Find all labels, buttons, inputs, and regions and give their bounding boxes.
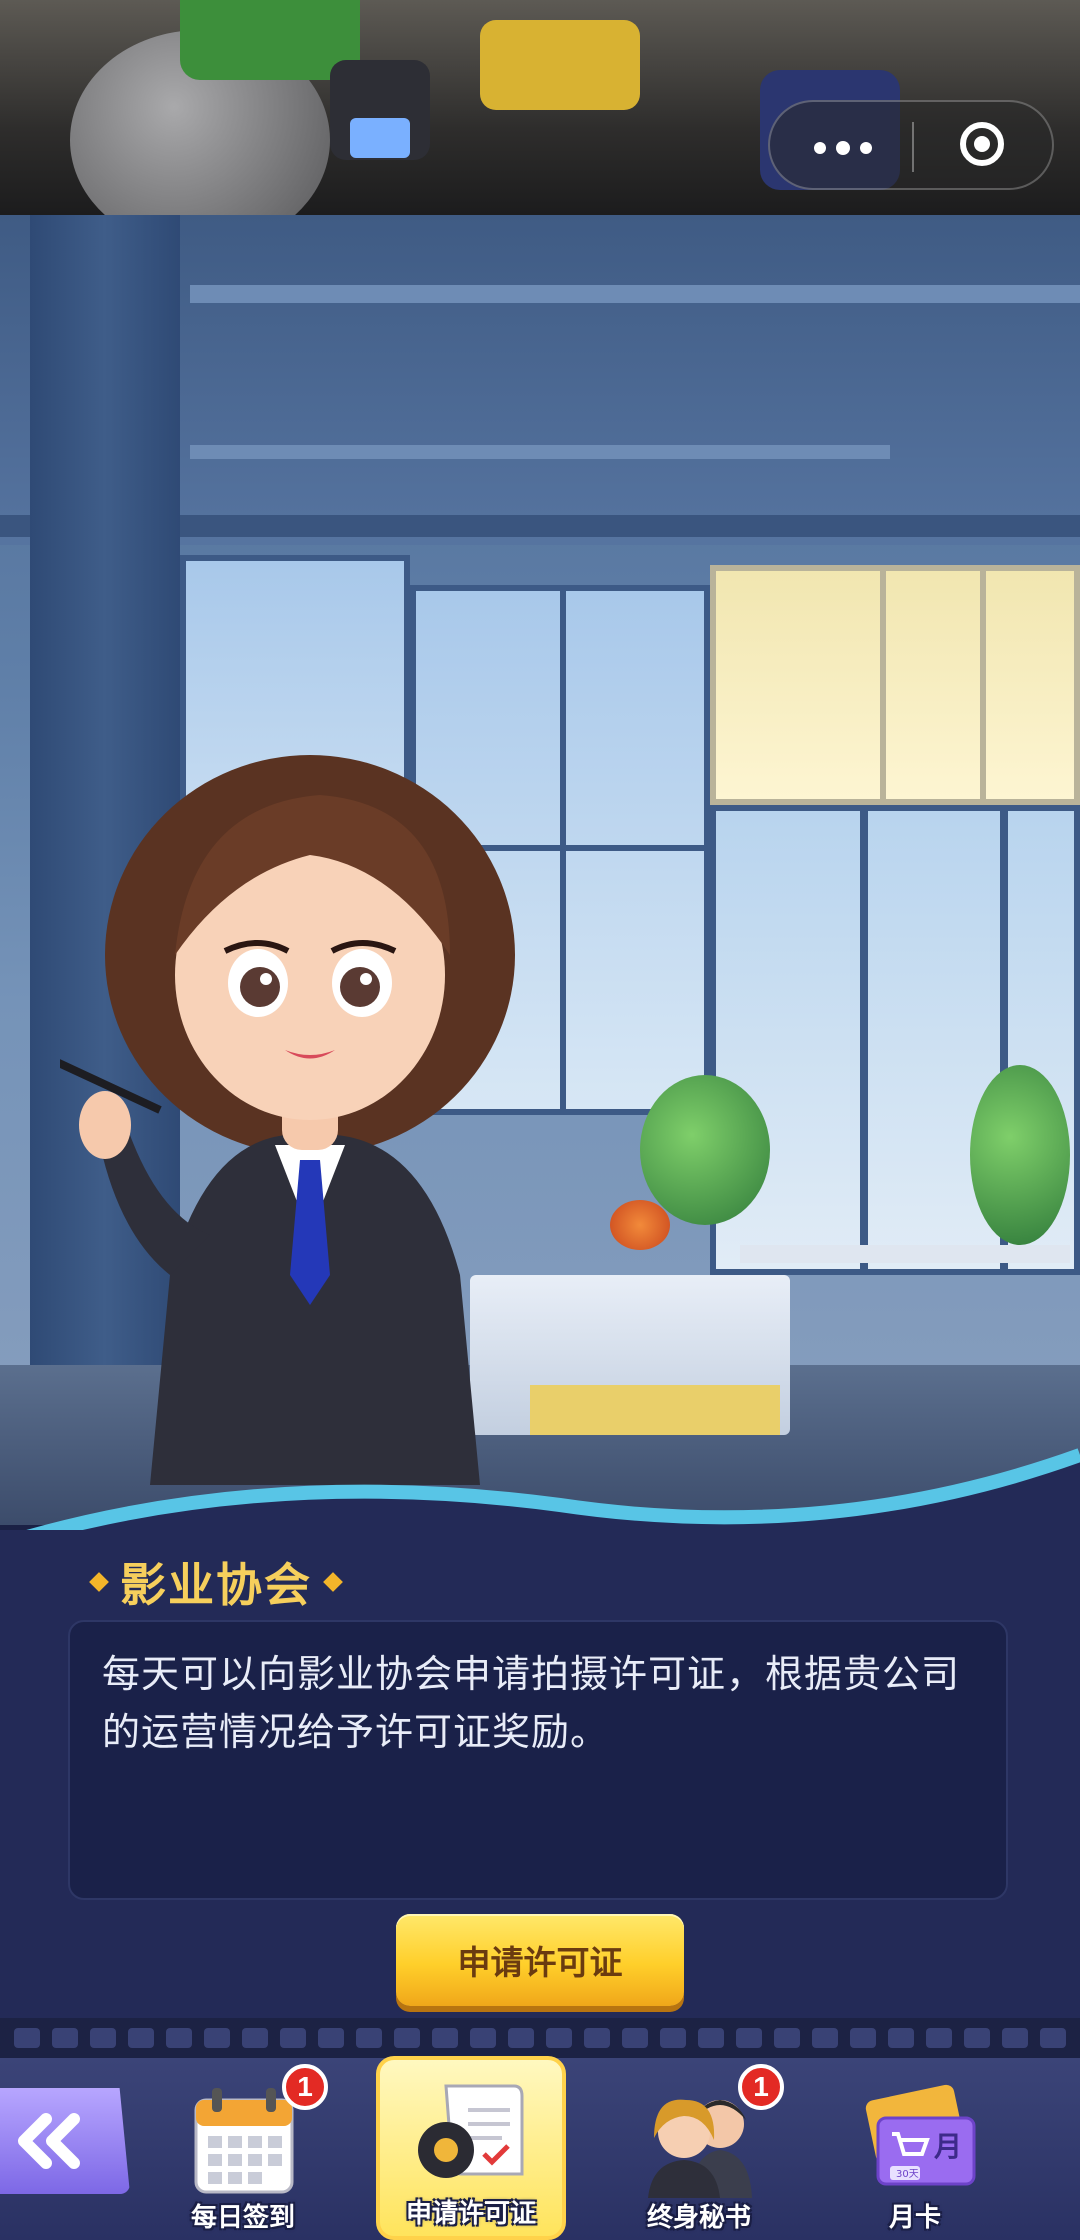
window-mullion: [880, 565, 886, 805]
apply-license-button-label: 申请许可证: [457, 1944, 623, 1981]
window: [710, 565, 1080, 805]
diamond-icon: [89, 1572, 109, 1592]
film-strip-hole: [850, 2028, 876, 2048]
section-title: 影业协会: [89, 1552, 343, 1612]
nav-item-lifetime-secretary[interactable]: 1 终身秘书: [604, 2056, 794, 2240]
film-strip-hole: [1002, 2028, 1028, 2048]
monthly-card-small-text: 30天: [896, 2169, 919, 2180]
window-mullion: [980, 565, 986, 805]
close-circle-icon[interactable]: [914, 102, 1054, 188]
double-chevron-left-icon: [18, 2113, 80, 2169]
capsule-menu: [768, 100, 1054, 190]
window-mullion: [860, 805, 868, 1275]
nav-item-monthly-card[interactable]: 30天 月 月卡: [820, 2056, 1010, 2240]
top-scene-shape: [350, 118, 410, 158]
ceiling-beam: [190, 445, 890, 459]
ceiling-beam: [190, 285, 1080, 303]
film-strip-hole: [432, 2028, 458, 2048]
film-strip-hole: [14, 2028, 40, 2048]
film-strip-hole: [470, 2028, 496, 2048]
notification-badge: 1: [738, 2064, 784, 2110]
nav-item-label: 每日签到: [190, 2202, 295, 2232]
film-strip-hole: [584, 2028, 610, 2048]
monthly-card-icon: 30天 月: [865, 2084, 976, 2186]
film-strip-hole: [660, 2028, 686, 2048]
film-strip-hole: [888, 2028, 914, 2048]
plant: [970, 1065, 1070, 1245]
film-strip-hole: [242, 2028, 268, 2048]
film-strip-hole: [698, 2028, 724, 2048]
film-strip-hole: [204, 2028, 230, 2048]
film-strip-hole: [90, 2028, 116, 2048]
film-strip-hole: [318, 2028, 344, 2048]
film-strip-hole: [964, 2028, 990, 2048]
film-strip-hole: [52, 2028, 78, 2048]
monthly-card-text: 月: [933, 2130, 962, 2163]
more-dots-icon[interactable]: [770, 102, 912, 188]
nav-item-daily-checkin[interactable]: 1 每日签到: [148, 2056, 338, 2240]
apply-license-button[interactable]: 申请许可证: [396, 1914, 684, 2006]
flower-pot: [610, 1200, 670, 1250]
secretary-character: [60, 755, 515, 1485]
description-box: 每天可以向影业协会申请拍摄许可证，根据贵公司的运营情况给予许可证奖励。: [68, 1620, 1008, 1900]
film-strip-hole: [508, 2028, 534, 2048]
description-text: 每天可以向影业协会申请拍摄许可证，根据贵公司的运营情况给予许可证奖励。: [102, 1654, 961, 1754]
section-title-text: 影业协会: [120, 1559, 312, 1611]
nav-item-label: 终身秘书: [646, 2202, 751, 2232]
diamond-icon: [323, 1572, 343, 1592]
nav-item-label: 月卡: [888, 2202, 941, 2232]
film-strip-hole: [166, 2028, 192, 2048]
film-strip-hole: [736, 2028, 762, 2048]
film-strip-hole: [280, 2028, 306, 2048]
film-strip-hole: [128, 2028, 154, 2048]
film-strip-hole: [546, 2028, 572, 2048]
top-scene-shape: [480, 20, 640, 110]
film-strip-hole: [1040, 2028, 1066, 2048]
film-strip-hole: [926, 2028, 952, 2048]
nav-item-label: 申请许可证: [405, 2198, 536, 2228]
side-table: [740, 1245, 1070, 1263]
notification-badge: 1: [282, 2064, 328, 2110]
film-strip-hole: [812, 2028, 838, 2048]
film-strip-hole: [394, 2028, 420, 2048]
plant: [640, 1075, 770, 1225]
film-strip-border: [0, 2018, 1080, 2058]
back-button[interactable]: [0, 2088, 130, 2194]
film-strip-hole: [356, 2028, 382, 2048]
film-strip-hole: [774, 2028, 800, 2048]
nav-item-apply-license[interactable]: 申请许可证: [376, 2056, 566, 2240]
license-scroll-icon: [418, 2084, 524, 2178]
film-strip-hole: [622, 2028, 648, 2048]
